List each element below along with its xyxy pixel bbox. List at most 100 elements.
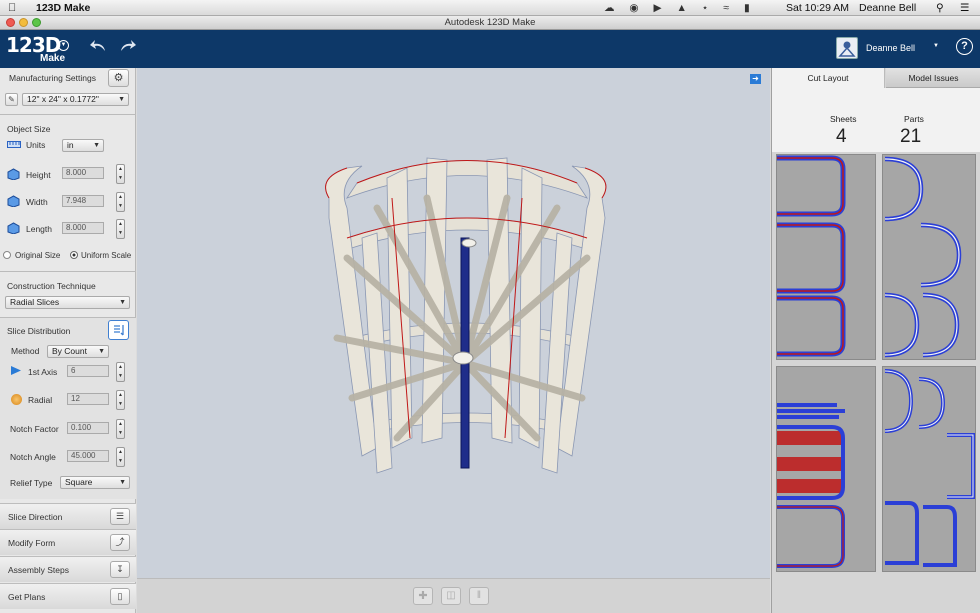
first-axis-stepper[interactable]: ▲ ▼ [116, 362, 125, 382]
slice-direction-icon: ☰ [110, 508, 130, 525]
get-plans-icon: ▯ [110, 588, 130, 605]
apple-icon[interactable]:  [8, 2, 16, 14]
parts-label: Parts [904, 114, 924, 124]
uniform-scale-label: Uniform Scale [81, 251, 132, 260]
nav-modify-form[interactable]: Modify Form ⤴ [0, 529, 136, 555]
first-axis-icon [11, 366, 21, 375]
length-icon [7, 222, 20, 234]
expand-panel-icon[interactable]: ➜ [750, 74, 761, 84]
nav-slice-direction-label: Slice Direction [8, 512, 63, 522]
spotlight-icon[interactable]: ⚲ [936, 2, 944, 14]
method-label: Method [11, 346, 40, 356]
relief-type-label: Relief Type [10, 478, 53, 488]
notification-icon[interactable]: ☰ [960, 2, 969, 14]
user-menu-caret-icon[interactable]: ▼ [933, 43, 939, 49]
uniform-scale-radio[interactable] [70, 251, 78, 259]
column-top-hub [461, 238, 477, 248]
height-input[interactable]: 8.000 [62, 167, 104, 179]
height-stepper[interactable]: ▲ ▼ [116, 164, 125, 184]
slice-distribution-section: Slice Distribution Method By Count ▼ 1st … [0, 318, 136, 499]
slice-distribution-icon[interactable] [108, 320, 129, 340]
user-avatar[interactable] [836, 37, 858, 59]
top-ring-slice [345, 160, 589, 199]
stats-area: Sheets 4 Parts 21 [772, 88, 980, 152]
notch-angle-stepper[interactable]: ▲ ▼ [116, 447, 125, 467]
object-size-label: Object Size [7, 124, 51, 134]
notch-angle-label: Notch Angle [10, 452, 56, 462]
radial-label: Radial [28, 395, 53, 405]
height-label: Height [26, 170, 51, 180]
gear-icon[interactable]: ⚙ [108, 69, 129, 87]
material-value: 12" x 24" x 0.1772" [27, 94, 99, 104]
assembly-steps-icon: ↧ [110, 561, 130, 578]
sheet-thumbnail[interactable] [776, 154, 876, 360]
manufacturing-settings-label: Manufacturing Settings [9, 73, 96, 83]
nav-get-plans-label: Get Plans [8, 592, 46, 602]
length-stepper[interactable]: ▲ ▼ [116, 219, 125, 239]
trash-icon[interactable]: ◫ [441, 587, 461, 605]
radial-icon [11, 394, 22, 405]
width-input[interactable]: 7.948 [62, 195, 104, 207]
first-axis-label: 1st Axis [28, 367, 58, 377]
viewport-toolbar: ✚ ◫ ‖ [137, 578, 770, 613]
technique-value: Radial Slices [10, 297, 60, 307]
nav-modify-form-label: Modify Form [8, 538, 56, 548]
notch-angle-input[interactable]: 45.000 [67, 450, 109, 462]
status-icons[interactable]: ☁ ◉ ▶ ▲ ⋆ ≈ ▮ [604, 2, 756, 14]
radial-slice-model[interactable] [317, 138, 617, 478]
left-panel: Manufacturing Settings ⚙ ✎ 12" x 24" x 0… [0, 68, 136, 613]
slice-icon[interactable]: ‖ [469, 587, 489, 605]
radial-input[interactable]: 12 [67, 393, 109, 405]
menu-dropdown-icon[interactable]: ▼ [58, 40, 69, 51]
sheet-thumbnail[interactable] [882, 154, 976, 360]
units-value: in [67, 140, 74, 150]
menubar-user[interactable]: Deanne Bell [859, 2, 916, 14]
radial-stepper[interactable]: ▲ ▼ [116, 390, 125, 410]
slice-distribution-label: Slice Distribution [7, 326, 71, 336]
width-label: Width [26, 197, 48, 207]
method-dropdown[interactable]: By Count ▼ [47, 345, 109, 358]
sheets-label: Sheets [830, 114, 857, 124]
original-size-radio[interactable] [3, 251, 11, 259]
notch-factor-stepper[interactable]: ▲ ▼ [116, 419, 125, 439]
nav-assembly-steps[interactable]: Assembly Steps ↧ [0, 556, 136, 582]
notch-factor-label: Notch Factor [10, 424, 59, 434]
help-icon[interactable]: ? [956, 38, 973, 55]
technique-dropdown[interactable]: Radial Slices ▼ [5, 296, 130, 309]
sheet-thumbnail[interactable] [776, 366, 876, 572]
nav-get-plans[interactable]: Get Plans ▯ [0, 583, 136, 609]
first-axis-input[interactable]: 6 [67, 365, 109, 377]
sheet-thumbnail[interactable] [882, 366, 976, 572]
material-dropdown[interactable]: 12" x 24" x 0.1772" ▼ [22, 93, 129, 106]
construction-technique-label: Construction Technique [7, 281, 96, 291]
redo-icon[interactable] [119, 39, 137, 53]
tab-cut-layout[interactable]: Cut Layout [772, 68, 885, 88]
ruler-icon [7, 141, 21, 148]
nav-assembly-steps-label: Assembly Steps [8, 565, 69, 575]
tab-model-issues[interactable]: Model Issues [886, 68, 980, 88]
length-input[interactable]: 8.000 [62, 222, 104, 234]
units-dropdown[interactable]: in ▼ [62, 139, 104, 152]
modify-form-icon: ⤴ [110, 534, 130, 551]
menubar-clock[interactable]: Sat 10:29 AM [786, 2, 849, 14]
pencil-icon[interactable]: ✎ [5, 93, 18, 106]
length-label: Length [26, 224, 52, 234]
original-size-label: Original Size [15, 251, 61, 260]
sheets-value: 4 [836, 126, 847, 147]
menubar-app-name[interactable]: 123D Make [36, 2, 90, 14]
user-name[interactable]: Deanne Bell [866, 43, 915, 53]
relief-type-dropdown[interactable]: Square ▼ [60, 476, 130, 489]
column-center-hub [452, 351, 474, 365]
relief-type-value: Square [65, 477, 93, 487]
nav-slice-direction[interactable]: Slice Direction ☰ [0, 503, 136, 529]
add-icon[interactable]: ✚ [413, 587, 433, 605]
undo-icon[interactable] [89, 39, 107, 53]
notch-factor-input[interactable]: 0.100 [67, 422, 109, 434]
app-header: 123D Make ▼ Deanne Bell ▼ ? [0, 30, 980, 68]
logo-sub-text: Make [40, 53, 66, 64]
method-value: By Count [52, 346, 87, 356]
model-viewport[interactable]: ➜ ✚ ◫ ‖ [137, 68, 770, 613]
height-icon [7, 168, 20, 180]
width-stepper[interactable]: ▲ ▼ [116, 192, 125, 212]
units-label: Units [26, 140, 46, 150]
